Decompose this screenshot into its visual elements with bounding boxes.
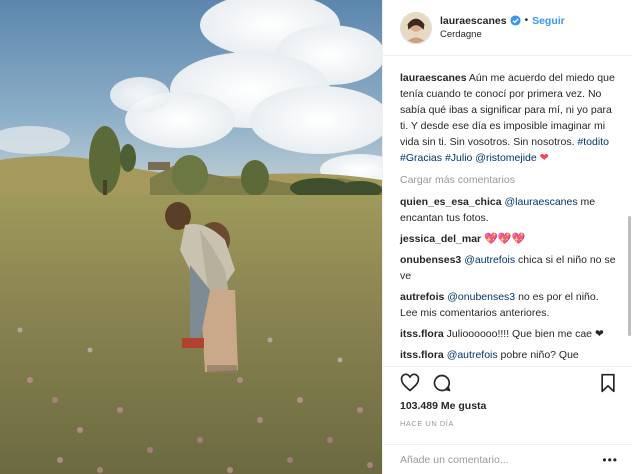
comment-bubble-icon[interactable] xyxy=(432,373,452,393)
scrollbar-thumb[interactable] xyxy=(628,216,631,336)
bookmark-icon[interactable] xyxy=(598,373,618,393)
hashtag-link[interactable]: #Julio xyxy=(445,152,472,164)
post-caption: lauraescanes Aún me acuerdo del miedo qu… xyxy=(400,70,616,166)
comment-item: jessica_del_mar 💖💖💖 xyxy=(400,231,616,247)
comment-username[interactable]: quien_es_esa_chica xyxy=(400,196,502,208)
comment-item: quien_es_esa_chica @lauraescanes me enca… xyxy=(400,194,616,226)
load-more-comments-button[interactable]: Cargar más comentarios xyxy=(400,172,616,188)
header-text: lauraescanes • Seguir Cerdagne xyxy=(440,14,565,42)
hashtag-link[interactable]: #todito xyxy=(577,136,609,148)
comment-username[interactable]: itss.flora xyxy=(400,349,444,361)
mention-link[interactable]: @lauraescanes xyxy=(505,196,578,208)
post-location[interactable]: Cerdagne xyxy=(440,28,565,42)
header-username[interactable]: lauraescanes xyxy=(440,14,507,28)
post-timestamp[interactable]: HACE UN DÍA xyxy=(400,419,618,428)
like-count[interactable]: 103.489 Me gusta xyxy=(400,399,618,413)
caption-username[interactable]: lauraescanes xyxy=(400,72,467,84)
avatar-image xyxy=(401,12,431,43)
post-details-panel: lauraescanes • Seguir Cerdagne lauraesca… xyxy=(382,0,632,474)
header-row: lauraescanes • Seguir xyxy=(440,14,565,28)
header-separator: • xyxy=(524,14,529,26)
comment-input[interactable] xyxy=(400,453,580,466)
post-header: lauraescanes • Seguir Cerdagne xyxy=(383,0,632,56)
avatar[interactable] xyxy=(400,11,432,44)
post-actions: 103.489 Me gusta HACE UN DÍA xyxy=(383,366,632,448)
comment-text: pobre niño? Que xyxy=(497,349,579,361)
comments-list[interactable]: lauraescanes Aún me acuerdo del miedo qu… xyxy=(383,56,626,366)
follow-button[interactable]: Seguir xyxy=(532,14,565,28)
comment-item: autrefois @onubenses3 no es por el niño.… xyxy=(400,289,616,321)
comment-text: 💖💖💖 xyxy=(484,233,526,245)
add-comment-bar: ••• xyxy=(383,444,632,474)
verified-badge-icon xyxy=(510,15,521,26)
comments-scrollbar[interactable] xyxy=(628,56,631,366)
comment-username[interactable]: onubenses3 xyxy=(400,254,461,266)
heart-outline-icon[interactable] xyxy=(400,373,420,393)
post-photo-image xyxy=(0,0,382,474)
more-options-icon[interactable]: ••• xyxy=(602,453,618,467)
comment-item: itss.flora @autrefois pobre niño? Que xyxy=(400,347,616,363)
post-photo[interactable] xyxy=(0,0,382,474)
comment-item: onubenses3 @autrefois chica si el niño n… xyxy=(400,252,616,284)
action-icons xyxy=(400,367,618,399)
hashtag-link[interactable]: #Gracias xyxy=(400,152,442,164)
comment-username[interactable]: autrefois xyxy=(400,291,444,303)
instagram-post-modal: lauraescanes • Seguir Cerdagne lauraesca… xyxy=(0,0,632,474)
mention-link[interactable]: @ristomejide xyxy=(475,152,536,164)
mention-link[interactable]: @autrefois xyxy=(447,349,498,361)
comment-username[interactable]: itss.flora xyxy=(400,328,444,340)
comment-item: itss.flora Julioooooo!!!! Que bien me ca… xyxy=(400,326,616,342)
mention-link[interactable]: @autrefois xyxy=(464,254,515,266)
comment-text: Julioooooo!!!! Que bien me cae ❤ xyxy=(443,328,604,340)
mention-link[interactable]: @onubenses3 xyxy=(447,291,515,303)
heart-emoji: ❤ xyxy=(539,152,549,164)
comment-username[interactable]: jessica_del_mar xyxy=(400,233,481,245)
